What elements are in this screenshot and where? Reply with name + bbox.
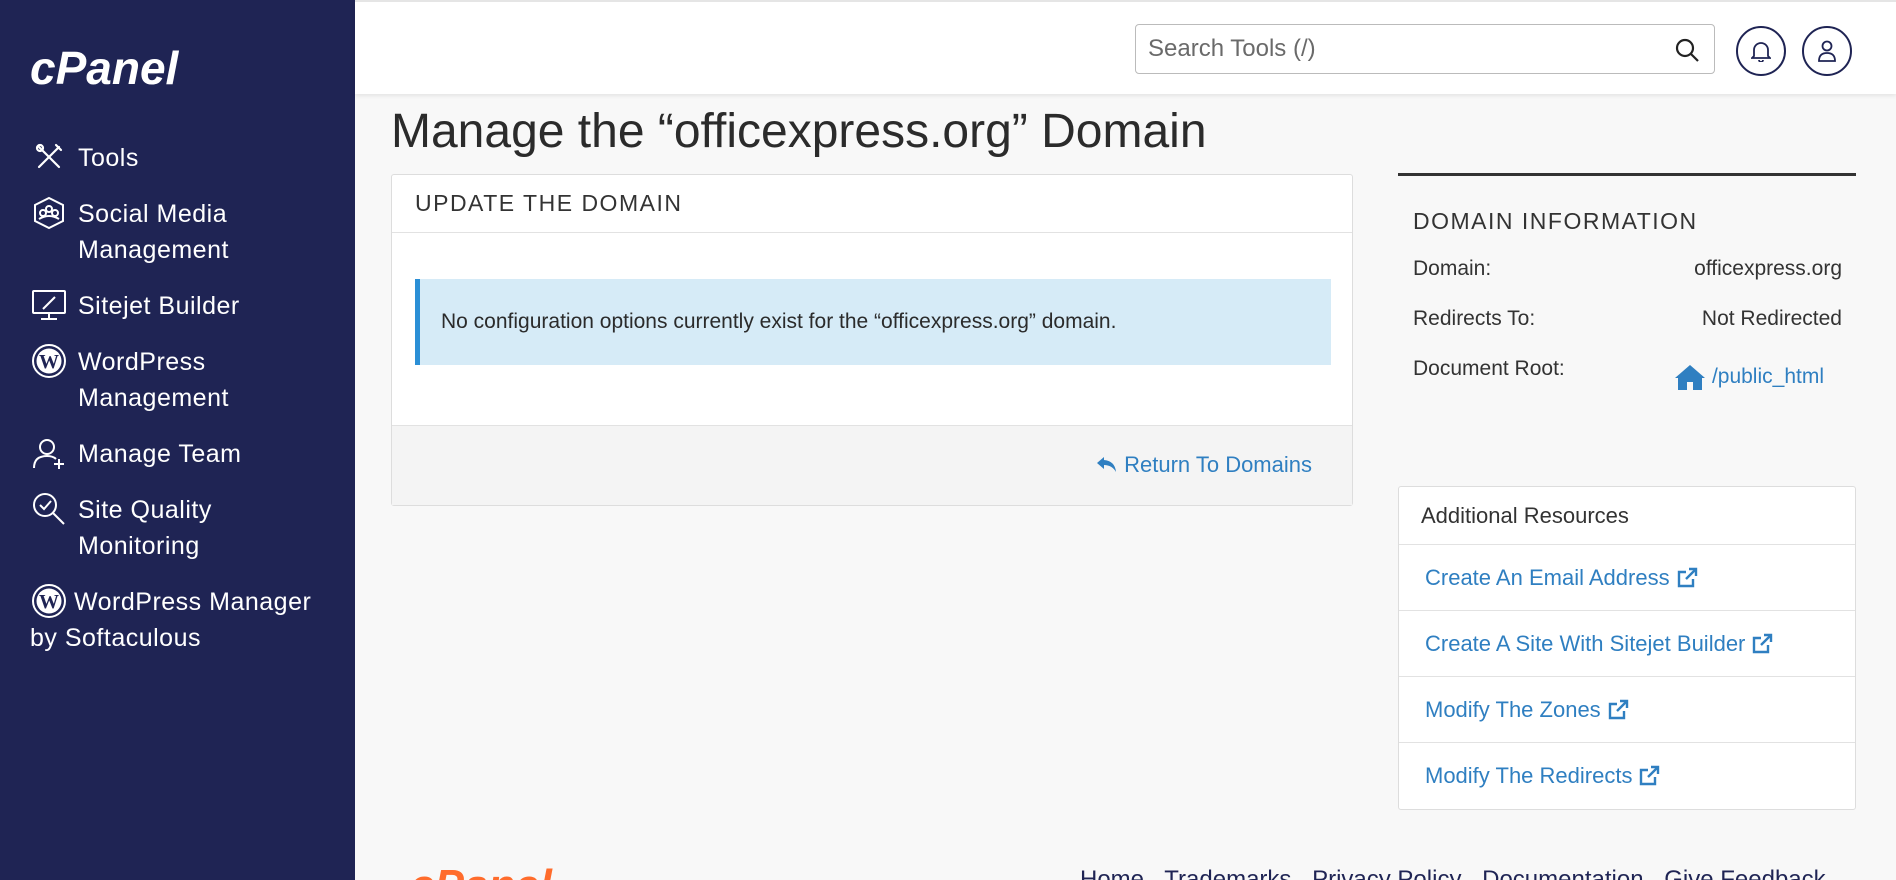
sitejet-monitor-icon [30,286,68,324]
search-box [1135,24,1715,74]
external-link-icon [1608,699,1628,719]
external-link-icon [1677,567,1697,587]
resource-link-label: Create A Site With Sitejet Builder [1425,630,1746,656]
tools-icon [30,138,68,176]
redirects-value: Not Redirected [1701,307,1842,330]
resource-link-create-email[interactable]: Create An Email Address [1399,545,1855,611]
info-alert: No configuration options currently exist… [415,279,1331,365]
panel-header: UPDATE THE DOMAIN [392,175,1352,233]
svg-text:W: W [39,351,59,373]
external-link-icon [1640,765,1660,786]
footer-link-documentation[interactable]: Documentation [1482,866,1643,880]
reply-arrow-icon [1097,457,1117,472]
document-root-value: /public_html [1711,365,1824,388]
resource-link-label: Modify The Redirects [1425,763,1633,788]
resource-link-label: Modify The Zones [1425,696,1601,722]
social-media-icon [30,194,68,232]
footer-cpanel-logo[interactable]: cPanel [410,862,570,880]
domain-row: Domain: officexpress.org [1413,257,1842,307]
footer-link-home[interactable]: Home [1080,866,1144,880]
domain-information: DOMAIN INFORMATION Domain: officexpress.… [1398,173,1856,407]
resource-link-label: Create An Email Address [1425,564,1670,590]
document-root-row: Document Root: /public_html [1413,357,1842,407]
resource-link-modify-redirects[interactable]: Modify The Redirects [1399,743,1855,809]
resource-link-sitejet[interactable]: Create A Site With Sitejet Builder [1399,611,1855,677]
domain-value: officexpress.org [1694,257,1842,280]
user-menu-button[interactable] [1802,26,1852,76]
sidebar-item-manage-team[interactable]: Manage Team [0,436,355,472]
site-quality-icon [30,490,68,528]
domain-label: Domain: [1413,257,1492,280]
sidebar-item-label: WordPress Management [78,348,229,412]
page-title: Manage the “officexpress.org” Domain [391,105,1207,158]
sidebar-item-label: Sitejet Builder [78,292,240,320]
bell-icon [1751,42,1771,62]
footer-links: Home Trademarks Privacy Policy Documenta… [1080,866,1840,880]
footer-link-trademarks[interactable]: Trademarks [1164,866,1291,880]
sidebar-item-wordpress-softaculous[interactable]: W WordPress Manager by Softaculous [0,584,355,656]
user-icon [1818,40,1836,62]
redirects-label: Redirects To: [1413,307,1536,330]
cpanel-logo[interactable]: cPanel [30,44,210,92]
sidebar: cPanel Tools Social Media Management Sit… [0,0,355,880]
resource-link-modify-zones[interactable]: Modify The Zones [1399,677,1855,743]
footer-link-privacy-policy[interactable]: Privacy Policy [1312,866,1461,880]
sidebar-item-tools[interactable]: Tools [0,140,355,176]
sidebar-item-wordpress-management[interactable]: W WordPress Management [0,344,355,416]
search-input[interactable] [1136,25,1656,73]
redirects-row: Redirects To: Not Redirected [1413,307,1842,357]
notifications-button[interactable] [1736,26,1786,76]
sidebar-nav: Tools Social Media Management Sitejet Bu… [0,140,355,676]
sidebar-item-label: Manage Team [78,440,242,468]
footer-link-give-feedback[interactable]: Give Feedback [1664,866,1825,880]
home-icon [1674,365,1705,390]
svg-text:cPanel: cPanel [30,44,180,92]
resources-title: Additional Resources [1399,487,1855,545]
svg-text:cPanel: cPanel [410,862,553,880]
search-icon[interactable] [1674,37,1700,63]
wordpress-icon: W [30,342,68,380]
sidebar-item-label: Social Media Management [78,200,229,264]
sidebar-item-social-media[interactable]: Social Media Management [0,196,355,268]
svg-text:W: W [39,591,59,613]
return-to-domains-link[interactable]: Return To Domains [1096,452,1312,478]
sidebar-item-label: Tools [78,144,139,172]
external-link-icon [1753,633,1773,653]
sidebar-item-label: Site Quality Monitoring [78,496,212,560]
additional-resources: Additional Resources Create An Email Add… [1398,486,1856,810]
manage-team-icon [30,434,68,472]
sidebar-item-sitejet[interactable]: Sitejet Builder [0,288,355,324]
return-link-label: Return To Domains [1124,452,1312,477]
sidebar-item-site-quality[interactable]: Site Quality Monitoring [0,492,355,564]
wordpress-icon: W [30,582,68,620]
update-domain-panel: UPDATE THE DOMAIN No configuration optio… [391,174,1353,506]
domain-info-title: DOMAIN INFORMATION [1413,208,1698,234]
sidebar-item-label: WordPress Manager by Softaculous [30,588,312,652]
panel-footer: Return To Domains [392,425,1352,505]
document-root-label: Document Root: [1413,357,1565,380]
document-root-link[interactable]: /public_html [1674,363,1824,391]
top-bar [355,0,1896,94]
